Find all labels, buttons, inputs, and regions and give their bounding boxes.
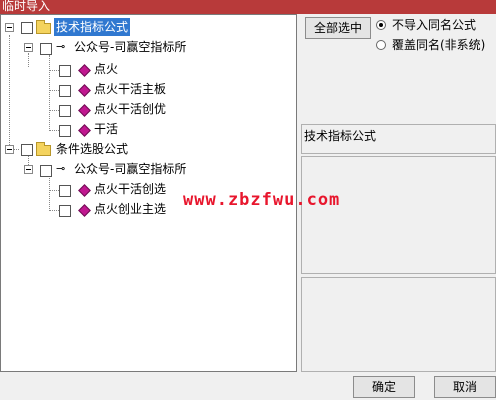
key-icon: ⊸ bbox=[56, 162, 66, 175]
tree-item[interactable]: 点火干活创优 bbox=[1, 100, 291, 118]
folder-icon bbox=[36, 142, 51, 156]
formula-icon bbox=[78, 104, 91, 117]
title-bar: 临时导入 bbox=[0, 0, 496, 14]
overwrite-duplicates-label[interactable]: 覆盖同名(非系统) bbox=[392, 38, 485, 52]
window-title: 临时导入 bbox=[2, 0, 51, 13]
item-checkbox[interactable] bbox=[59, 85, 71, 97]
skip-duplicates-label[interactable]: 不导入同名公式 bbox=[392, 18, 476, 32]
preview-title: 技术指标公式 bbox=[304, 129, 377, 143]
tree-item[interactable]: 点火干活主板 bbox=[1, 80, 291, 98]
overwrite-duplicates-radio[interactable] bbox=[376, 40, 386, 50]
formula-description-area[interactable] bbox=[301, 156, 496, 274]
formula-icon bbox=[78, 64, 91, 77]
subgroup-checkbox[interactable] bbox=[40, 43, 52, 55]
item-label[interactable]: 点火干活创选 bbox=[94, 180, 166, 198]
folder-icon bbox=[36, 20, 51, 34]
key-icon: ⊸ bbox=[56, 40, 66, 53]
preview-title-box: 技术指标公式 bbox=[301, 124, 496, 154]
item-checkbox[interactable] bbox=[59, 185, 71, 197]
ok-button[interactable]: 确定 bbox=[353, 376, 415, 398]
item-checkbox[interactable] bbox=[59, 105, 71, 117]
watermark-text: www.zbzfwu.com bbox=[183, 190, 341, 210]
item-checkbox[interactable] bbox=[59, 65, 71, 77]
select-all-button[interactable]: 全部选中 bbox=[305, 17, 371, 39]
item-checkbox[interactable] bbox=[59, 205, 71, 217]
collapse-toggle[interactable] bbox=[5, 23, 14, 32]
skip-duplicates-radio[interactable] bbox=[376, 20, 386, 30]
subgroup-label[interactable]: 公众号-司赢空指标所 bbox=[74, 38, 186, 56]
formula-body-area[interactable] bbox=[301, 277, 496, 372]
tree-item[interactable]: 点火 bbox=[1, 60, 291, 78]
item-label[interactable]: 点火创业主选 bbox=[94, 200, 166, 218]
group-label[interactable]: 技术指标公式 bbox=[54, 18, 131, 36]
subgroup-checkbox[interactable] bbox=[40, 165, 52, 177]
tree-subgroup[interactable]: ⊸ 公众号-司赢空指标所 bbox=[1, 160, 291, 178]
item-label[interactable]: 点火干活主板 bbox=[94, 80, 166, 98]
tree-group-technical[interactable]: 技术指标公式 bbox=[1, 18, 291, 36]
item-label[interactable]: 点火 bbox=[94, 60, 118, 78]
formula-icon bbox=[78, 84, 91, 97]
group-checkbox[interactable] bbox=[21, 144, 33, 156]
item-label[interactable]: 干活 bbox=[94, 120, 118, 138]
subgroup-label[interactable]: 公众号-司赢空指标所 bbox=[74, 160, 186, 178]
group-label[interactable]: 条件选股公式 bbox=[56, 140, 128, 158]
tree-subgroup[interactable]: ⊸ 公众号-司赢空指标所 bbox=[1, 38, 291, 56]
tree-item[interactable]: 干活 bbox=[1, 120, 291, 138]
collapse-toggle[interactable] bbox=[24, 43, 33, 52]
collapse-toggle[interactable] bbox=[24, 165, 33, 174]
formula-icon bbox=[78, 204, 91, 217]
formula-icon bbox=[78, 184, 91, 197]
group-checkbox[interactable] bbox=[21, 22, 33, 34]
item-label[interactable]: 点火干活创优 bbox=[94, 100, 166, 118]
cancel-button[interactable]: 取消 bbox=[434, 376, 496, 398]
collapse-toggle[interactable] bbox=[5, 145, 14, 154]
tree-group-screening[interactable]: 条件选股公式 bbox=[1, 140, 291, 158]
item-checkbox[interactable] bbox=[59, 125, 71, 137]
formula-icon bbox=[78, 124, 91, 137]
